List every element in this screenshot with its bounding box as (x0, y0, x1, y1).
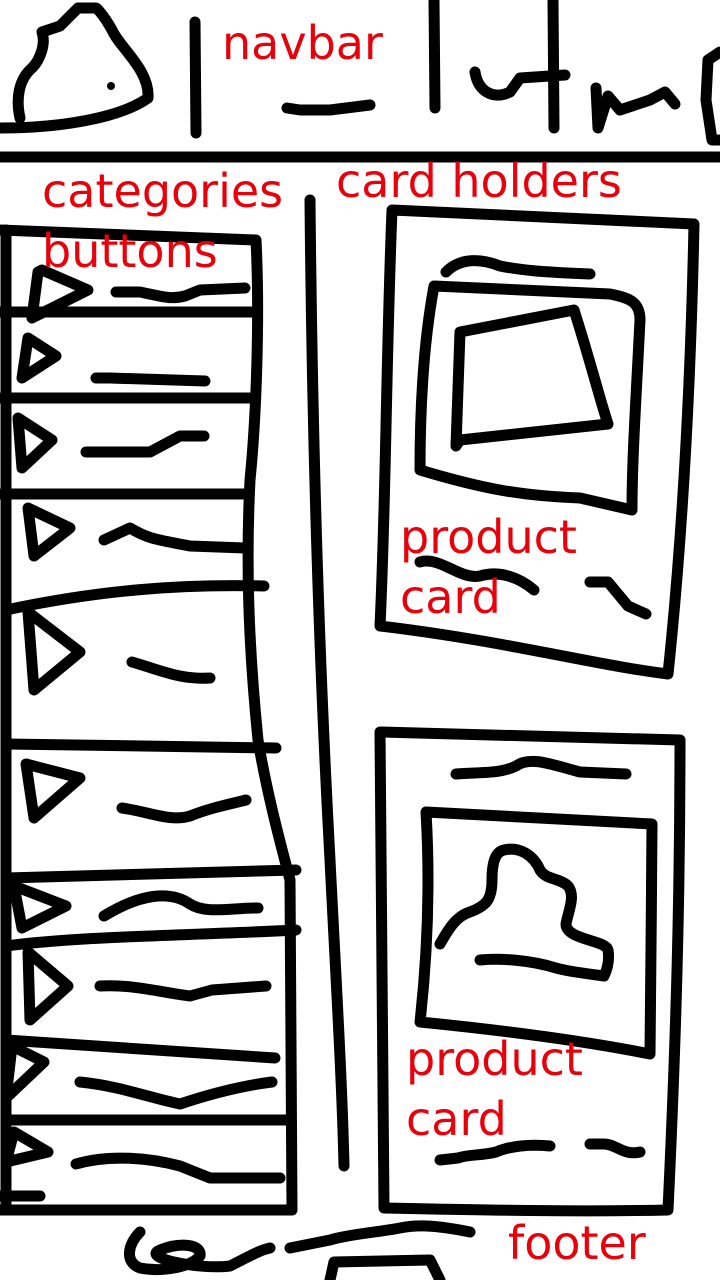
category-label (116, 794, 252, 824)
logo-icon[interactable] (0, 2, 154, 134)
play-triangle-icon (0, 1126, 54, 1168)
play-triangle-icon (20, 758, 86, 824)
category-label (94, 980, 272, 1002)
play-triangle-icon (12, 412, 58, 474)
category-label (74, 1076, 278, 1110)
nav-link-1[interactable] (281, 99, 376, 116)
nav-divider (547, 0, 560, 134)
category-label (110, 282, 251, 304)
footer-link[interactable] (324, 1254, 446, 1280)
category-label (80, 430, 210, 458)
card-title (450, 755, 632, 780)
categories-annotation-line-1: categories (42, 164, 284, 218)
product-card-annotation-line-2: card (406, 1092, 507, 1146)
footer-link[interactable] (284, 1220, 476, 1254)
category-button[interactable] (20, 758, 252, 824)
footer (124, 1220, 476, 1280)
play-triangle-icon (0, 1040, 50, 1104)
category-divider (0, 738, 282, 754)
category-label (126, 656, 216, 684)
categories-annotation-line-2: buttons (42, 224, 218, 278)
card-holders-annotation: card holders (336, 154, 622, 208)
navbar-annotation: navbar (222, 16, 383, 70)
play-triangle-icon (22, 946, 74, 1026)
column-divider (304, 194, 350, 1172)
card-action (584, 1138, 646, 1159)
category-label (90, 372, 211, 387)
category-button[interactable] (12, 412, 210, 474)
category-button[interactable] (22, 502, 251, 562)
category-divider (0, 864, 302, 884)
category-button[interactable] (0, 1126, 286, 1184)
category-label (70, 1152, 286, 1184)
nav-button-partial[interactable] (700, 46, 720, 146)
product-card-annotation-line-1: product (406, 1032, 583, 1086)
nav-divider (428, 0, 441, 114)
card-action (584, 576, 652, 620)
categories-panel (0, 224, 302, 1216)
category-divider (0, 1034, 281, 1064)
product-card-annotation-line-1: product (400, 510, 577, 564)
card-title (440, 255, 596, 280)
category-button[interactable] (8, 880, 264, 934)
category-divider (0, 924, 302, 952)
card-image-frame (414, 806, 658, 1060)
category-button[interactable] (22, 606, 216, 696)
category-label (98, 522, 251, 554)
play-triangle-icon (22, 606, 86, 696)
category-button[interactable] (16, 332, 211, 387)
play-triangle-icon (22, 502, 76, 562)
image-placeholder-icon (450, 304, 614, 452)
person-placeholder-icon (434, 843, 614, 982)
play-triangle-icon (8, 880, 72, 934)
category-button[interactable] (22, 946, 272, 1026)
footer-annotation: footer (508, 1216, 646, 1270)
nav-link-3[interactable] (590, 82, 681, 134)
play-triangle-icon (16, 332, 62, 384)
footer-link[interactable] (124, 1226, 276, 1275)
category-label (98, 890, 264, 922)
category-divider (0, 580, 270, 616)
nav-divider (189, 16, 202, 139)
product-card-annotation-line-2: card (400, 570, 501, 624)
